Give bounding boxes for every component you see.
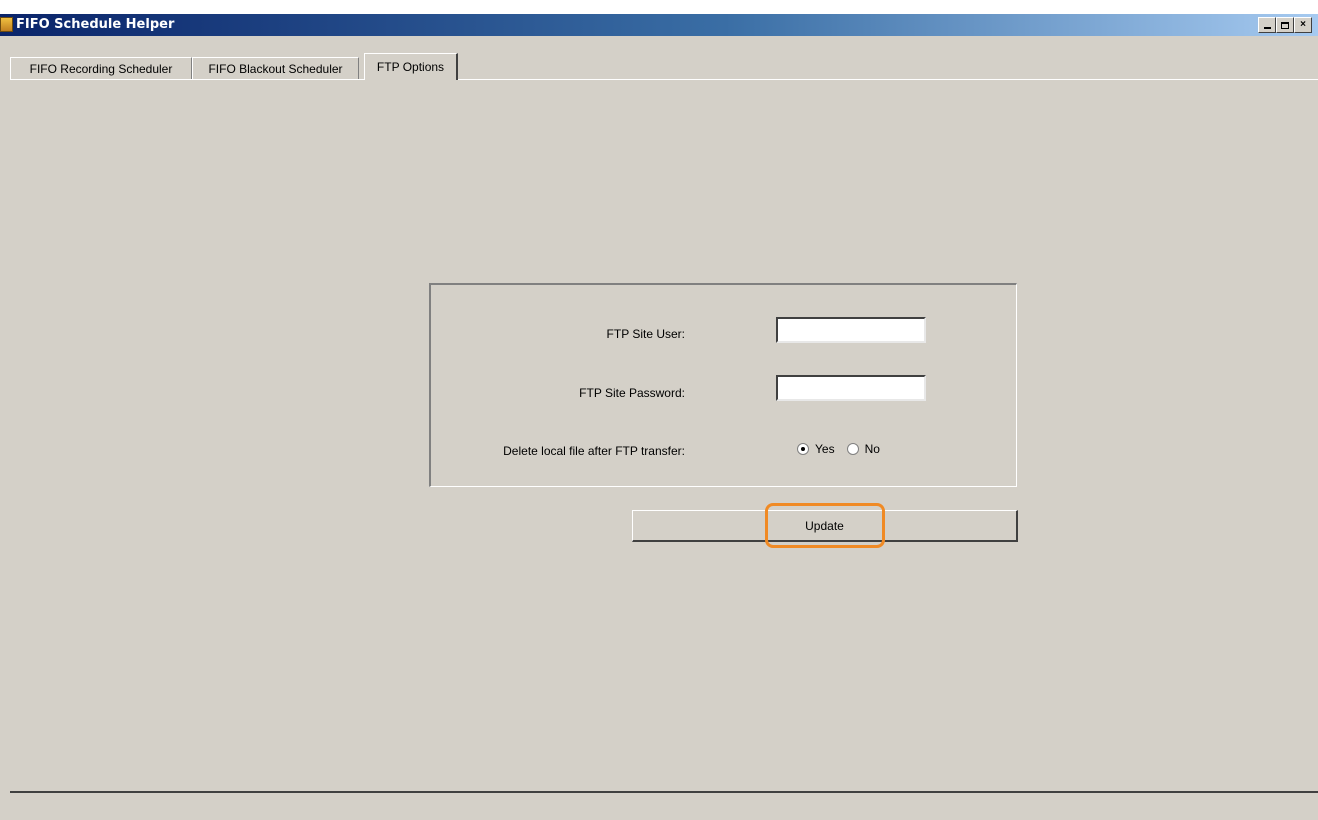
update-button[interactable]: Update (632, 510, 1018, 542)
radio-no-label[interactable]: No (865, 442, 880, 456)
tab-recording-scheduler[interactable]: FIFO Recording Scheduler (10, 57, 192, 79)
delete-local-file-radio-group: Yes No (797, 442, 886, 456)
radio-yes[interactable] (797, 443, 809, 455)
radio-no[interactable] (846, 443, 859, 455)
ftp-password-label: FTP Site Password: (579, 386, 685, 400)
tab-ftp-options[interactable]: FTP Options (364, 53, 458, 80)
window-controls: × (1258, 17, 1312, 33)
minimize-icon[interactable] (1258, 17, 1276, 33)
ftp-user-input[interactable] (776, 317, 926, 343)
tab-blackout-scheduler[interactable]: FIFO Blackout Scheduler (192, 57, 359, 79)
title-bar[interactable]: FIFO Schedule Helper × (0, 0, 1318, 36)
delete-local-file-label: Delete local file after FTP transfer: (503, 444, 685, 458)
close-icon[interactable]: × (1294, 17, 1312, 33)
app-icon[interactable] (0, 17, 13, 32)
radio-yes-label[interactable]: Yes (815, 442, 835, 456)
ftp-password-input[interactable] (776, 375, 926, 401)
ftp-user-label: FTP Site User: (606, 327, 685, 341)
title-bar-strip (0, 14, 1318, 36)
window-title: FIFO Schedule Helper (16, 17, 175, 32)
ftp-settings-group: FTP Site User: FTP Site Password: Delete… (429, 283, 1017, 487)
maximize-icon[interactable] (1276, 17, 1294, 33)
